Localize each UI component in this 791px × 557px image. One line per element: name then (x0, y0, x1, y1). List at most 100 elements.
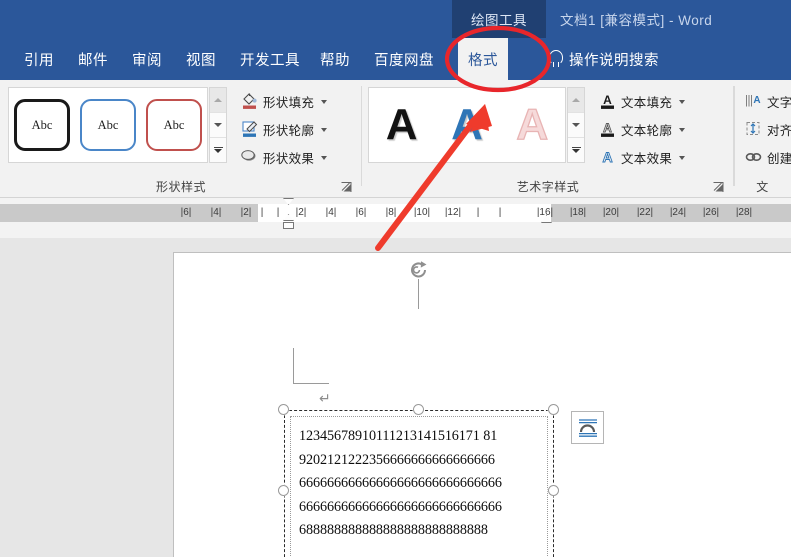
shape-effects-button[interactable]: 形状效果 (238, 146, 330, 169)
shape-styles-dialog-launcher[interactable] (340, 181, 353, 194)
ruler-tick: |2| (240, 207, 252, 218)
ruler-tick: |12| (444, 207, 462, 218)
svg-text:A: A (603, 121, 612, 135)
ruler-tick: |26| (702, 207, 720, 218)
pencil-outline-icon (241, 120, 258, 139)
ribbon-group-text: A 文字 对齐 创建 文 (734, 80, 791, 198)
ruler-band: |6| |4| |2| | | |2| |4| |6| |8| |10| |12| | | |16| |18… (0, 198, 791, 238)
document-page[interactable]: ↵ 12345678910111213141516171 81 92021212… (173, 252, 791, 557)
word-window: 绘图工具 文档1 [兼容模式] - Word 引用 邮件 审阅 视图 开发工具 … (0, 0, 791, 557)
resize-handle-top-center[interactable] (413, 404, 424, 415)
ruler-tick: |6| (180, 207, 192, 218)
selected-text-box[interactable]: 12345678910111213141516171 81 9202121222… (284, 410, 554, 557)
ribbon-group-shape-styles: Abc Abc Abc 形状填充 形状轮廓 形状效果 形状样式 (0, 80, 362, 198)
left-indent-marker[interactable] (283, 222, 294, 229)
tab-baidu-netdisk[interactable]: 百度网盘 (364, 38, 444, 80)
ruler-tick: |22| (636, 207, 654, 218)
layout-options-button[interactable] (571, 411, 604, 444)
ribbon-group-wordart-styles: A A A A 文本填充 A 文本轮廓 A 文本效果 艺术字样式 (362, 80, 734, 198)
ribbon-tab-strip: 引用 邮件 审阅 视图 开发工具 帮助 百度网盘 格式 操作说明搜索 (0, 38, 791, 80)
shape-outline-button[interactable]: 形状轮廓 (238, 118, 330, 141)
ruler-tick: |4| (325, 207, 337, 218)
shape-gallery-scroll-up[interactable] (210, 88, 226, 113)
wordart-gallery-scroll-up[interactable] (568, 88, 584, 113)
shape-fill-button[interactable]: 形状填充 (238, 90, 330, 113)
document-area: ↵ 12345678910111213141516171 81 92021212… (0, 238, 791, 557)
text-box-content[interactable]: 12345678910111213141516171 81 9202121222… (290, 416, 548, 557)
ruler-tick: | (498, 207, 502, 218)
shape-style-swatch-1[interactable]: Abc (14, 99, 70, 151)
chevron-down-icon[interactable] (679, 127, 686, 132)
text-outline-icon: A (599, 120, 616, 139)
ruler-tick: |28| (735, 207, 753, 218)
tab-mailings[interactable]: 邮件 (68, 38, 118, 80)
wordart-gallery-scrollbar[interactable] (567, 87, 585, 163)
tab-references[interactable]: 引用 (14, 38, 64, 80)
shape-gallery-scrollbar[interactable] (209, 87, 227, 163)
shape-gallery-scroll-down[interactable] (210, 113, 226, 138)
chevron-down-icon[interactable] (679, 155, 686, 160)
text-fill-button[interactable]: A 文本填充 (596, 90, 688, 113)
ruler-tick: |10| (413, 207, 431, 218)
text-direction-icon: A (745, 92, 762, 111)
ruler-tick: |2| (295, 207, 307, 218)
ruler-tick: | (260, 207, 264, 218)
align-text-button[interactable]: 对齐 (742, 118, 791, 141)
wordart-gallery-scroll-down[interactable] (568, 113, 584, 138)
margin-corner-mark (293, 348, 329, 384)
rotate-handle[interactable] (408, 259, 430, 281)
svg-text:A: A (603, 93, 612, 107)
shape-effects-label: 形状效果 (263, 152, 315, 166)
align-text-icon (745, 120, 762, 139)
paint-bucket-icon (241, 92, 258, 111)
shape-style-gallery[interactable]: Abc Abc Abc (8, 87, 208, 163)
ruler-tick: |24| (669, 207, 687, 218)
wordart-styles-group-label: 艺术字样式 (516, 180, 580, 194)
horizontal-ruler[interactable]: |6| |4| |2| | | |2| |4| |6| |8| |10| |12| | | |16| |18… (0, 204, 791, 222)
shape-outline-label: 形状轮廓 (263, 124, 315, 138)
text-line: 688888888888888888888888888 (299, 522, 488, 538)
rotate-handle-stem (418, 279, 419, 309)
ruler-tick: |6| (355, 207, 367, 218)
wordart-gallery-more-button[interactable] (568, 138, 584, 162)
tab-format[interactable]: 格式 (458, 38, 508, 80)
wordart-swatch-3[interactable]: A (516, 102, 549, 147)
chevron-down-icon[interactable] (321, 127, 328, 132)
text-direction-label: 文字 (767, 96, 791, 110)
chevron-down-icon[interactable] (321, 155, 328, 160)
chevron-down-icon[interactable] (321, 99, 328, 104)
shape-effects-icon (241, 148, 258, 167)
ruler-tick: |16| (536, 207, 554, 218)
resize-handle-middle-right[interactable] (548, 485, 559, 496)
wordart-style-gallery[interactable]: A A A (368, 87, 566, 163)
group-separator (734, 86, 735, 186)
resize-handle-top-right[interactable] (548, 404, 559, 415)
text-line: 66666666666666666666666666666 (299, 475, 502, 491)
text-fill-label: 文本填充 (621, 96, 673, 110)
ruler-tick: | (476, 207, 480, 218)
wordart-styles-dialog-launcher[interactable] (712, 181, 725, 194)
wordart-swatch-2[interactable]: A (451, 103, 483, 147)
svg-text:A: A (602, 149, 612, 165)
resize-handle-middle-left[interactable] (278, 485, 289, 496)
create-link-icon (745, 148, 762, 167)
ribbon: Abc Abc Abc 形状填充 形状轮廓 形状效果 形状样式 A A A A … (0, 80, 791, 198)
text-outline-label: 文本轮廓 (621, 124, 673, 138)
ruler-tick: | (276, 207, 280, 218)
shape-style-swatch-2[interactable]: Abc (80, 99, 136, 151)
tab-review[interactable]: 审阅 (122, 38, 172, 80)
text-outline-button[interactable]: A 文本轮廓 (596, 118, 688, 141)
text-group-label: 文 (756, 180, 769, 194)
tab-developer[interactable]: 开发工具 (230, 38, 310, 80)
wordart-swatch-1[interactable]: A (386, 103, 418, 147)
create-link-button[interactable]: 创建 (742, 146, 791, 169)
shape-gallery-more-button[interactable] (210, 138, 226, 162)
resize-handle-top-left[interactable] (278, 404, 289, 415)
tab-help[interactable]: 帮助 (310, 38, 360, 80)
tab-view[interactable]: 视图 (176, 38, 226, 80)
tell-me-box[interactable]: 操作说明搜索 (549, 38, 659, 80)
shape-style-swatch-3[interactable]: Abc (146, 99, 202, 151)
text-direction-button[interactable]: A 文字 (742, 90, 791, 113)
chevron-down-icon[interactable] (679, 99, 686, 104)
text-effects-button[interactable]: A 文本效果 (596, 146, 688, 169)
